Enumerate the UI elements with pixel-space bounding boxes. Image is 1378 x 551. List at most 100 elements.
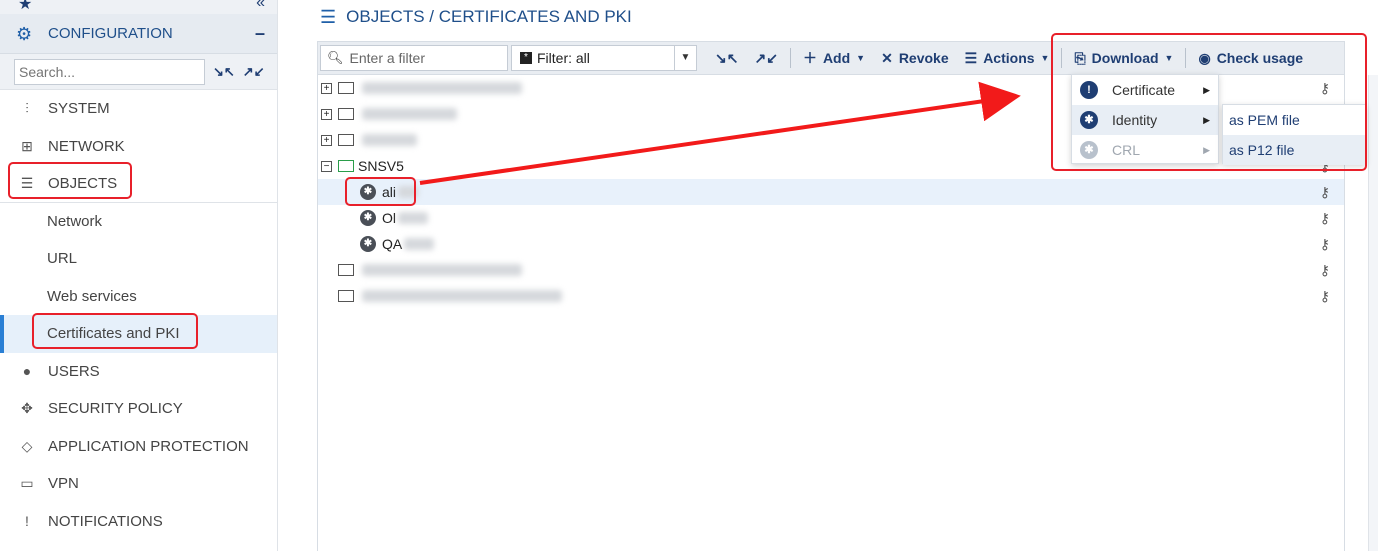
sidebar-item-security-policy[interactable]: ✥ SECURITY POLICY	[0, 390, 277, 428]
expand-all-icon[interactable]: ↗↙	[243, 64, 265, 80]
actions-button[interactable]: ☰ Actions ▼	[957, 45, 1058, 71]
menu-icon: ☰	[964, 49, 978, 66]
certificate-icon: ✱	[360, 210, 376, 226]
sidebar-search-input[interactable]	[14, 58, 205, 85]
key-icon: ⚷	[1319, 235, 1330, 252]
add-button[interactable]: ＋ Add ▼	[795, 45, 873, 71]
tree-row[interactable]: ✱ Ol ⚷	[318, 205, 1344, 231]
star-icon[interactable]: ★	[18, 0, 32, 14]
expand-icon[interactable]: +	[321, 134, 332, 146]
cert-highlight	[345, 177, 416, 206]
key-icon: ⚷	[1319, 209, 1330, 226]
sidebar-item-network[interactable]: ⊞ NETWORK	[0, 128, 277, 166]
caret-down-icon: ▼	[1040, 53, 1050, 63]
details-panel-edge	[1368, 75, 1378, 551]
download-highlight	[1051, 33, 1367, 171]
caret-down-icon: ▼	[856, 53, 866, 63]
folder-icon	[338, 82, 354, 94]
configuration-title: CONFIGURATION	[48, 25, 173, 42]
folder-open-icon	[338, 160, 354, 172]
revoke-button[interactable]: ✕ Revoke	[873, 45, 957, 71]
revoke-label: Revoke	[898, 50, 949, 66]
sidebar-search: ↘↖ ↗↙	[0, 54, 277, 90]
sidebar-top-bar: ★ «	[0, 0, 277, 14]
certificates-highlight	[32, 313, 198, 349]
filter-placeholder: Enter a filter	[349, 50, 425, 66]
redacted-text	[362, 264, 522, 276]
sidebar: ★ « ⚙ CONFIGURATION – ↘↖ ↗↙ ⫶ SYSTEM ⊞ N…	[0, 0, 278, 551]
filter-select-value: Filter: all	[537, 50, 590, 66]
actions-label: Actions	[983, 50, 1035, 66]
expand-icon: ↗↙	[754, 49, 778, 66]
collapse-icon[interactable]: −	[321, 160, 332, 172]
filter-type-icon: *	[520, 52, 532, 64]
objects-highlight	[8, 162, 132, 199]
redacted-text	[362, 108, 457, 120]
folder-icon	[338, 264, 354, 276]
plus-icon: ＋	[802, 50, 817, 66]
notification-icon: !	[25, 513, 29, 530]
sidebar-item-label: NETWORK	[48, 137, 125, 155]
sidebar-sub-url[interactable]: URL	[0, 240, 277, 278]
search-icon: 🔍︎	[327, 50, 344, 65]
certificate-icon: ✱	[360, 236, 376, 252]
sidebar-item-users[interactable]: ● USERS	[0, 353, 277, 391]
filter-input[interactable]: 🔍︎ Enter a filter	[320, 45, 508, 71]
page-title-text: OBJECTS / CERTIFICATES AND PKI	[346, 7, 632, 26]
sliders-icon: ⫶	[25, 100, 29, 117]
tree-row[interactable]: ⚷	[318, 257, 1344, 283]
toolbar-divider	[789, 48, 791, 68]
add-label: Add	[822, 50, 851, 66]
redacted-text	[362, 82, 522, 94]
folder-icon	[338, 290, 354, 302]
shield-icon: ◇	[21, 437, 33, 454]
sidebar-item-label: NOTIFICATIONS	[48, 512, 163, 530]
sidebar-item-application-protection[interactable]: ◇ APPLICATION PROTECTION	[0, 428, 277, 466]
redacted-text	[362, 290, 562, 302]
collapse-sidebar-icon[interactable]: «	[256, 0, 265, 12]
sidebar-sub-network[interactable]: Network	[0, 203, 277, 241]
expand-icon[interactable]: +	[321, 82, 332, 94]
redacted-text	[362, 134, 417, 146]
sidebar-item-label: SECURITY POLICY	[48, 400, 183, 418]
tree-row-selected[interactable]: ✱ ali ⚷	[318, 179, 1344, 205]
chevron-down-icon: ▼	[674, 46, 696, 70]
close-icon: ✕	[881, 49, 893, 66]
sidebar-item-vpn[interactable]: ▭ VPN	[0, 465, 277, 503]
configuration-header[interactable]: ⚙ CONFIGURATION –	[0, 14, 277, 54]
sidebar-sub-label: URL	[47, 250, 78, 268]
key-icon: ⚷	[1319, 183, 1330, 200]
user-icon: ●	[22, 363, 32, 380]
sidebar-item-label: VPN	[48, 475, 79, 493]
filter-select[interactable]: * Filter: all ▼	[511, 45, 697, 71]
key-icon: ⚷	[1319, 261, 1330, 278]
cert-name: Ol	[382, 210, 396, 226]
folder-icon	[338, 134, 354, 146]
sidebar-sub-web-services[interactable]: Web services	[0, 278, 277, 316]
folder-name: SNSV5	[358, 158, 404, 174]
sidebar-sub-label: Web services	[47, 287, 137, 305]
sidebar-item-system[interactable]: ⫶ SYSTEM	[0, 90, 277, 128]
redacted-text	[398, 212, 428, 224]
key-icon: ⚷	[1319, 287, 1330, 304]
cert-name: QA	[382, 236, 403, 252]
collapse-tree-button[interactable]: ↘↖	[707, 45, 746, 71]
collapse-icon: ↘↖	[715, 49, 739, 66]
tree-row[interactable]: ⚷	[318, 283, 1344, 309]
sidebar-sub-label: Network	[47, 212, 103, 230]
network-icon: ⊞	[21, 137, 33, 154]
sidebar-item-notifications[interactable]: ! NOTIFICATIONS	[0, 503, 277, 541]
expand-icon[interactable]: +	[321, 108, 332, 120]
sidebar-item-label: USERS	[48, 362, 100, 380]
tree-row[interactable]: ✱ QA ⚷	[318, 231, 1344, 257]
sidebar-item-label: APPLICATION PROTECTION	[48, 437, 249, 455]
expand-tree-button[interactable]: ↗↙	[746, 45, 785, 71]
gear-icon: ⚙	[16, 23, 33, 44]
arrows-icon: ✥	[21, 400, 33, 417]
database-icon: ☰	[320, 6, 337, 27]
redacted-text	[404, 238, 435, 250]
vpn-icon: ▭	[20, 475, 34, 492]
folder-icon	[338, 108, 354, 120]
collapse-section-icon[interactable]: –	[255, 23, 265, 44]
collapse-all-icon[interactable]: ↘↖	[213, 64, 235, 80]
